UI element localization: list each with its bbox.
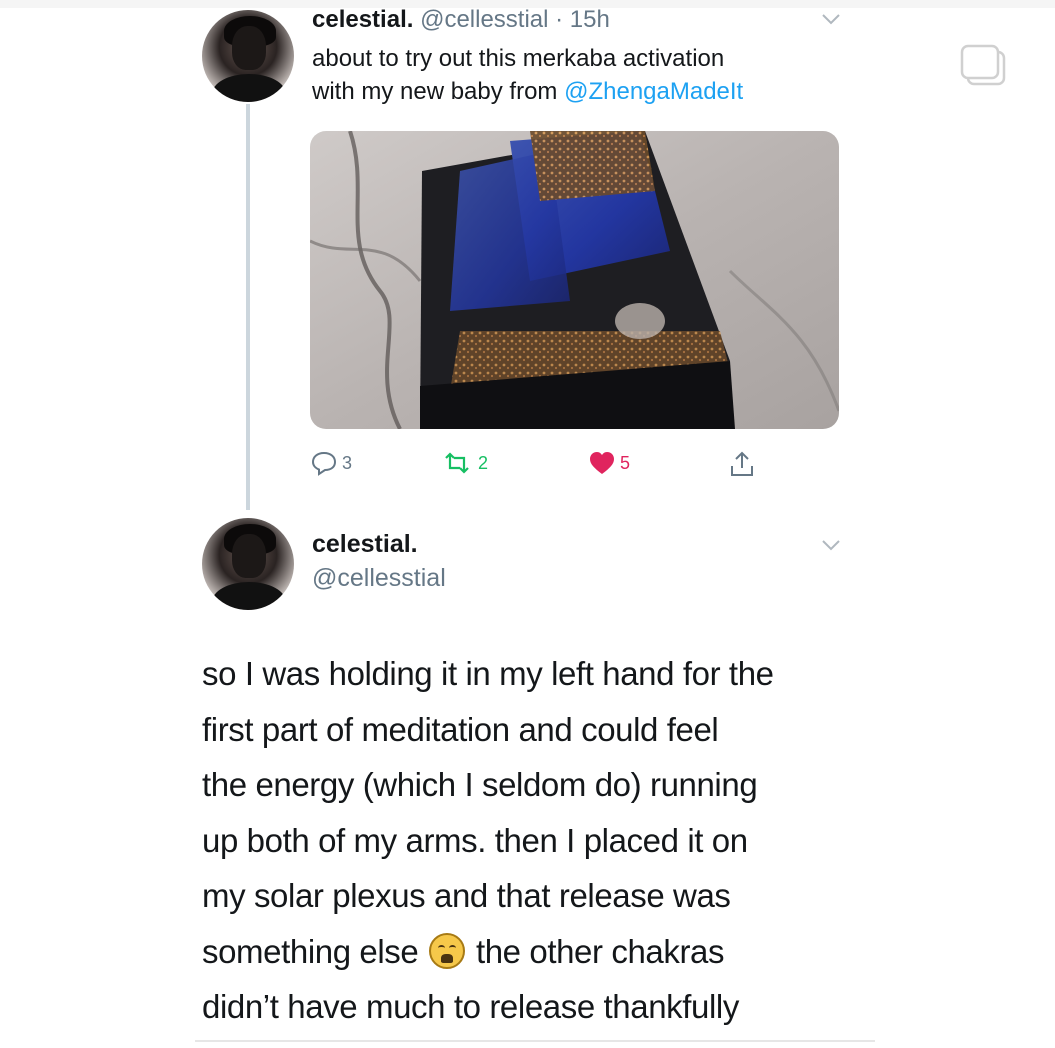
tweet-text-line: something else the other chakras <box>202 924 882 980</box>
reply-icon <box>311 451 337 476</box>
tweet-header: celestial. @cellesstial · 15h <box>312 6 610 34</box>
like-button[interactable]: 5 <box>588 450 630 476</box>
mention-link[interactable]: @ZhengaMadeIt <box>564 78 743 105</box>
tweet-text-segment: with my new baby from <box>312 78 565 105</box>
tweet-text-segment: the other chakras <box>475 932 725 970</box>
share-icon <box>731 451 753 476</box>
tweet-text-line: didn’t have much to release thankfully <box>202 988 739 1025</box>
tweet-photo[interactable] <box>310 131 839 429</box>
share-button[interactable] <box>728 450 756 478</box>
reply-button[interactable]: 3 <box>310 450 352 476</box>
display-name[interactable]: celestial. <box>312 6 413 33</box>
tweet-text-line: up both of my arms. then I placed it on <box>202 821 748 859</box>
bottom-divider <box>195 1040 875 1042</box>
tweet-text: so I was holding it in my left hand for … <box>202 646 882 1035</box>
chevron-down-icon[interactable] <box>820 12 842 26</box>
reply-count: 3 <box>342 452 353 473</box>
tweet-text: about to try out this merkaba activation… <box>312 42 872 108</box>
copy-icon[interactable] <box>958 44 1010 90</box>
tweet-text-line: about to try out this merkaba activation <box>312 45 725 72</box>
avatar[interactable] <box>202 518 294 610</box>
tweet-text-line: with my new baby from @ZhengaMadeIt <box>312 75 872 108</box>
handle[interactable]: @cellesstial <box>312 564 446 593</box>
thread-line <box>246 104 250 510</box>
chevron-down-icon[interactable] <box>820 538 842 552</box>
tweet-text-line: so I was holding it in my left hand for … <box>202 655 774 692</box>
retweet-count: 2 <box>478 452 489 473</box>
retweet-icon <box>445 452 469 474</box>
tweet-text-segment: something else <box>202 932 419 970</box>
retweet-button[interactable]: 2 <box>440 450 488 476</box>
heart-icon <box>590 452 614 474</box>
weary-face-emoji <box>429 932 466 969</box>
avatar[interactable] <box>202 10 294 102</box>
display-name[interactable]: celestial. <box>312 530 418 559</box>
like-count: 5 <box>620 452 631 473</box>
handle-timestamp: @cellesstial · 15h <box>420 6 610 33</box>
tweet-actions: 3 2 5 <box>310 450 770 480</box>
tweet-text-line: first part of meditation and could feel <box>202 710 719 748</box>
tweet-text-line: my solar plexus and that release was <box>202 877 731 914</box>
tweet-text-line: the energy (which I seldom do) running <box>202 766 758 803</box>
